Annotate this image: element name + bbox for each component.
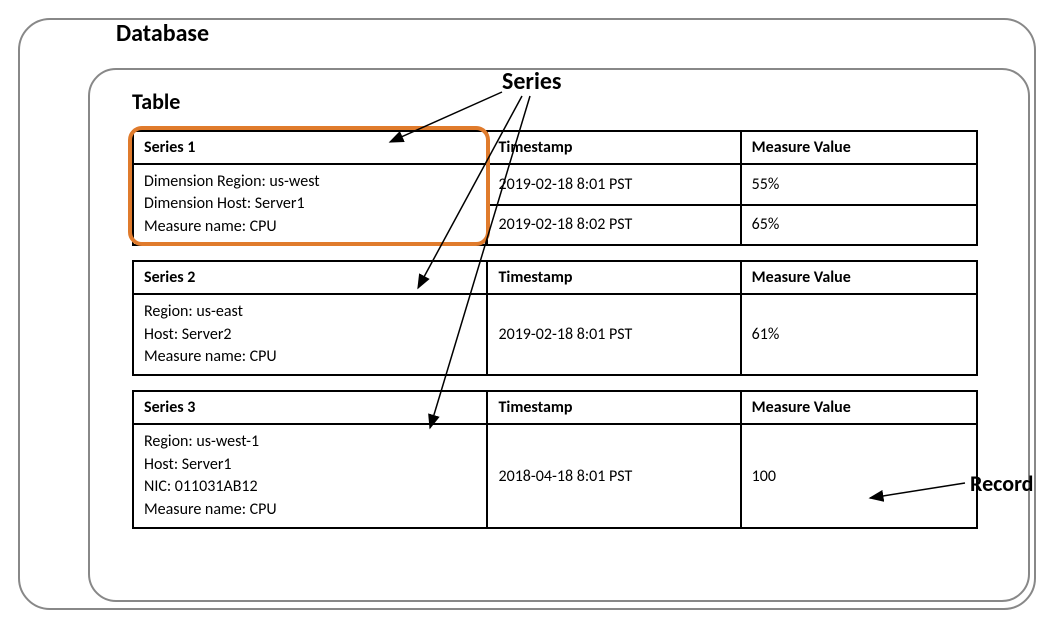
- timestamp-cell: 2019-02-18 8:01 PST: [487, 294, 740, 375]
- series-callout-label: Series: [502, 67, 562, 96]
- table-container: Table Series Series 1 Timesta: [88, 68, 1030, 602]
- value-cell: 61%: [741, 294, 977, 375]
- database-container: Database Table Series Series 1: [18, 18, 1036, 610]
- series-2-dimensions: Region: us-east Host: Server2 Measure na…: [133, 294, 487, 375]
- timestamp-header: Timestamp: [487, 391, 740, 424]
- series-1-dimensions: Dimension Region: us-west Dimension Host…: [133, 164, 487, 245]
- value-cell: 55%: [741, 164, 977, 205]
- value-cell: 100: [741, 424, 977, 528]
- table-label: Table: [132, 88, 180, 115]
- measure-header: Measure Value: [741, 391, 977, 424]
- series-3-dimensions: Region: us-west-1 Host: Server1 NIC: 011…: [133, 424, 487, 528]
- database-label: Database: [116, 19, 209, 48]
- timestamp-cell: 2019-02-18 8:02 PST: [487, 205, 740, 246]
- timestamp-cell: 2019-02-18 8:01 PST: [487, 164, 740, 205]
- series-list: Series 1 Timestamp Measure Value Dimensi…: [132, 130, 978, 543]
- series-1-table: Series 1 Timestamp Measure Value Dimensi…: [132, 130, 978, 246]
- series-3-name: Series 3: [133, 391, 487, 424]
- measure-header: Measure Value: [741, 131, 977, 164]
- series-2-table: Series 2 Timestamp Measure Value Region:…: [132, 260, 978, 376]
- timestamp-header: Timestamp: [487, 261, 740, 294]
- record-callout-label: Record: [970, 470, 1033, 497]
- series-1-name: Series 1: [133, 131, 487, 164]
- timestamp-cell: 2018-04-18 8:01 PST: [487, 424, 740, 528]
- timestamp-header: Timestamp: [487, 131, 740, 164]
- value-cell: 65%: [741, 205, 977, 246]
- series-2-name: Series 2: [133, 261, 487, 294]
- measure-header: Measure Value: [741, 261, 977, 294]
- series-3-table: Series 3 Timestamp Measure Value Region:…: [132, 390, 978, 529]
